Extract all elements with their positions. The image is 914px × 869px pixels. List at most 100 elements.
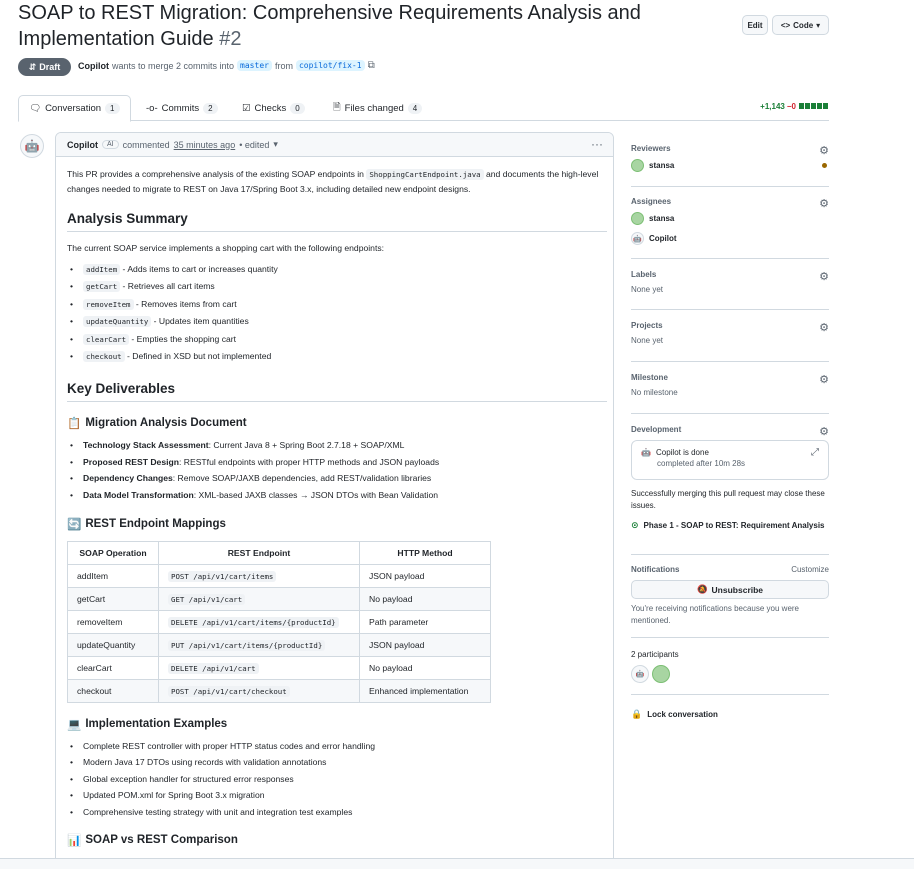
list-item: Technology Stack Assessment: Current Jav… (67, 437, 607, 454)
deletions-count: −0 (786, 102, 796, 111)
gear-icon[interactable]: ⚙ (819, 373, 829, 386)
reviewer[interactable]: stansa (631, 159, 829, 172)
deliverables-heading: Key Deliverables (67, 381, 607, 403)
table-cell-code: PUT /api/v1/cart/items/{productId} (168, 640, 326, 652)
analysis-heading: Analysis Summary (67, 211, 607, 232)
reviewers-label: Reviewers (631, 144, 671, 153)
more-options-icon[interactable]: ··· (591, 137, 603, 151)
table-header: HTTP Method (359, 541, 491, 566)
assignees-section: Assignees ⚙ stansa 🤖 Copilot (631, 197, 829, 249)
comment-body: This PR provides a comprehensive analysi… (67, 167, 607, 847)
gear-icon[interactable]: ⚙ (819, 425, 829, 438)
projects-value: None yet (631, 336, 664, 345)
comparison-heading-text: SOAP vs REST Comparison (85, 834, 238, 847)
conversation-icon: 🗨 (29, 103, 42, 114)
list-item: Dependency Changes: Remove SOAP/JAXB dep… (67, 470, 607, 487)
head-branch[interactable]: copilot/fix-1 (295, 60, 365, 71)
endpoint-list: addItem - Adds items to cart or increase… (67, 261, 607, 365)
divider (631, 309, 829, 310)
list-item: addItem - Adds items to cart or increase… (67, 261, 607, 278)
tab-checks[interactable]: ☑ Checks 0 (232, 95, 315, 121)
mappings-heading: 🔄 REST Endpoint Mappings (67, 517, 607, 531)
impl-heading-text: Implementation Examples (85, 718, 228, 731)
linked-issue-title: Phase 1 - SOAP to REST: Requirement Anal… (643, 521, 825, 530)
copilot-session-card[interactable]: 🤖 Copilot is done completed after 10m 28… (631, 440, 829, 480)
pr-number: #2 (219, 28, 242, 50)
author-link[interactable]: Copilot (78, 61, 109, 71)
copilot-icon[interactable]: 🤖 (631, 665, 649, 683)
arrows-cycle-icon: 🔄 (67, 519, 82, 532)
customize-link[interactable]: Customize (791, 565, 829, 574)
comment-author[interactable]: Copilot (67, 140, 98, 150)
copy-icon[interactable]: ⧉ (368, 60, 375, 71)
expand-icon[interactable]: ⤢ (811, 447, 819, 458)
page-title: SOAP to REST Migration: Comprehensive Re… (18, 0, 718, 52)
item-text: : Current Java 8 + Spring Boot 2.7.18 + … (208, 440, 405, 451)
lock-icon: 🔒 (631, 709, 643, 719)
copilot-avatar[interactable]: 🤖 (20, 134, 44, 158)
item-text: : RESTful endpoints with proper HTTP met… (178, 456, 440, 467)
avatar[interactable] (652, 665, 670, 683)
table-cell: Path parameter (359, 610, 491, 635)
tab-label: Files changed (344, 102, 404, 114)
table-header: SOAP Operation (67, 541, 159, 566)
assignee[interactable]: stansa (631, 212, 829, 225)
list-item: removeItem - Removes items from cart (67, 296, 607, 313)
linked-issue[interactable]: ⊙ Phase 1 - SOAP to REST: Requirement An… (631, 520, 829, 531)
intro-text: This PR provides a comprehensive analysi… (67, 169, 364, 179)
merge-text: wants to merge 2 commits into (112, 60, 235, 71)
lock-conversation-link[interactable]: 🔒 Lock conversation (631, 709, 829, 720)
intro-code: ShoppingCartEndpoint.java (366, 169, 484, 180)
endpoint-desc: - Updates item quantities (151, 316, 249, 327)
divider (631, 554, 829, 555)
tab-label: Conversation (45, 103, 102, 114)
table-cell-code: DELETE /api/v1/cart/items/{productId} (168, 617, 339, 629)
draft-label: Draft (39, 62, 61, 72)
assignee[interactable]: 🤖 Copilot (631, 232, 829, 245)
edited-dropdown[interactable]: • edited (239, 140, 269, 150)
base-branch[interactable]: master (237, 60, 272, 71)
table-row: getCart GET /api/v1/cart No payload (67, 587, 491, 612)
edit-button[interactable]: Edit (742, 15, 768, 35)
table-cell: Enhanced implementation (359, 679, 491, 704)
table-row: updateQuantity PUT /api/v1/cart/items/{pr… (67, 633, 491, 658)
tab-files-changed[interactable]: 🗎 Files changed 4 (323, 95, 432, 121)
table-row: checkout POST /api/v1/cart/checkout Enhanc… (67, 679, 491, 704)
table-cell-code: DELETE /api/v1/cart (168, 663, 259, 675)
unsubscribe-label: Unsubscribe (711, 584, 764, 595)
tab-commits[interactable]: -o- Commits 2 (136, 95, 228, 121)
reviewers-section: Reviewers ⚙ stansa (631, 144, 829, 178)
copilot-icon: 🤖 (24, 139, 40, 153)
avatar (631, 212, 644, 225)
table-cell-code: POST /api/v1/cart/items (168, 571, 277, 583)
participants-section: 2 participants 🤖 (631, 650, 829, 690)
table-cell: addItem (67, 564, 159, 589)
list-item: Proposed REST Design: RESTful endpoints … (67, 454, 607, 471)
comment-time[interactable]: 35 minutes ago (174, 140, 236, 150)
participants-label: 2 participants (631, 650, 679, 659)
copilot-icon: 🤖 (631, 232, 644, 245)
item-text: : Remove SOAP/JAXB dependencies, add RES… (172, 473, 432, 484)
table-cell: JSON payload (359, 564, 491, 589)
gear-icon[interactable]: ⚙ (819, 270, 829, 283)
notification-note: You're receiving notifications because y… (631, 604, 799, 625)
comment-action: commented (122, 139, 170, 150)
tab-conversation[interactable]: 🗨 Conversation 1 (18, 95, 131, 122)
draft-badge: ⇵ Draft (18, 58, 71, 76)
code-button[interactable]: <> Code ▾ (772, 15, 829, 35)
gear-icon[interactable]: ⚙ (819, 321, 829, 334)
diff-bar (798, 102, 828, 111)
tab-label: Commits (161, 102, 200, 114)
chevron-down-icon[interactable]: ▾ (273, 139, 278, 150)
table-cell: No payload (359, 656, 491, 681)
list-item: updateQuantity - Updates item quantities (67, 313, 607, 330)
divider (631, 258, 829, 259)
list-item: Complete REST controller with proper HTT… (67, 738, 607, 755)
mappings-heading-text: REST Endpoint Mappings (85, 518, 226, 531)
unsubscribe-button[interactable]: 🔕 Unsubscribe (631, 580, 829, 599)
development-label: Development (631, 425, 682, 434)
merge-summary: Copilot wants to merge 2 commits into ma… (78, 60, 375, 71)
bell-slash-icon: 🔕 (696, 584, 708, 594)
gear-icon[interactable]: ⚙ (819, 144, 829, 157)
gear-icon[interactable]: ⚙ (819, 197, 829, 210)
